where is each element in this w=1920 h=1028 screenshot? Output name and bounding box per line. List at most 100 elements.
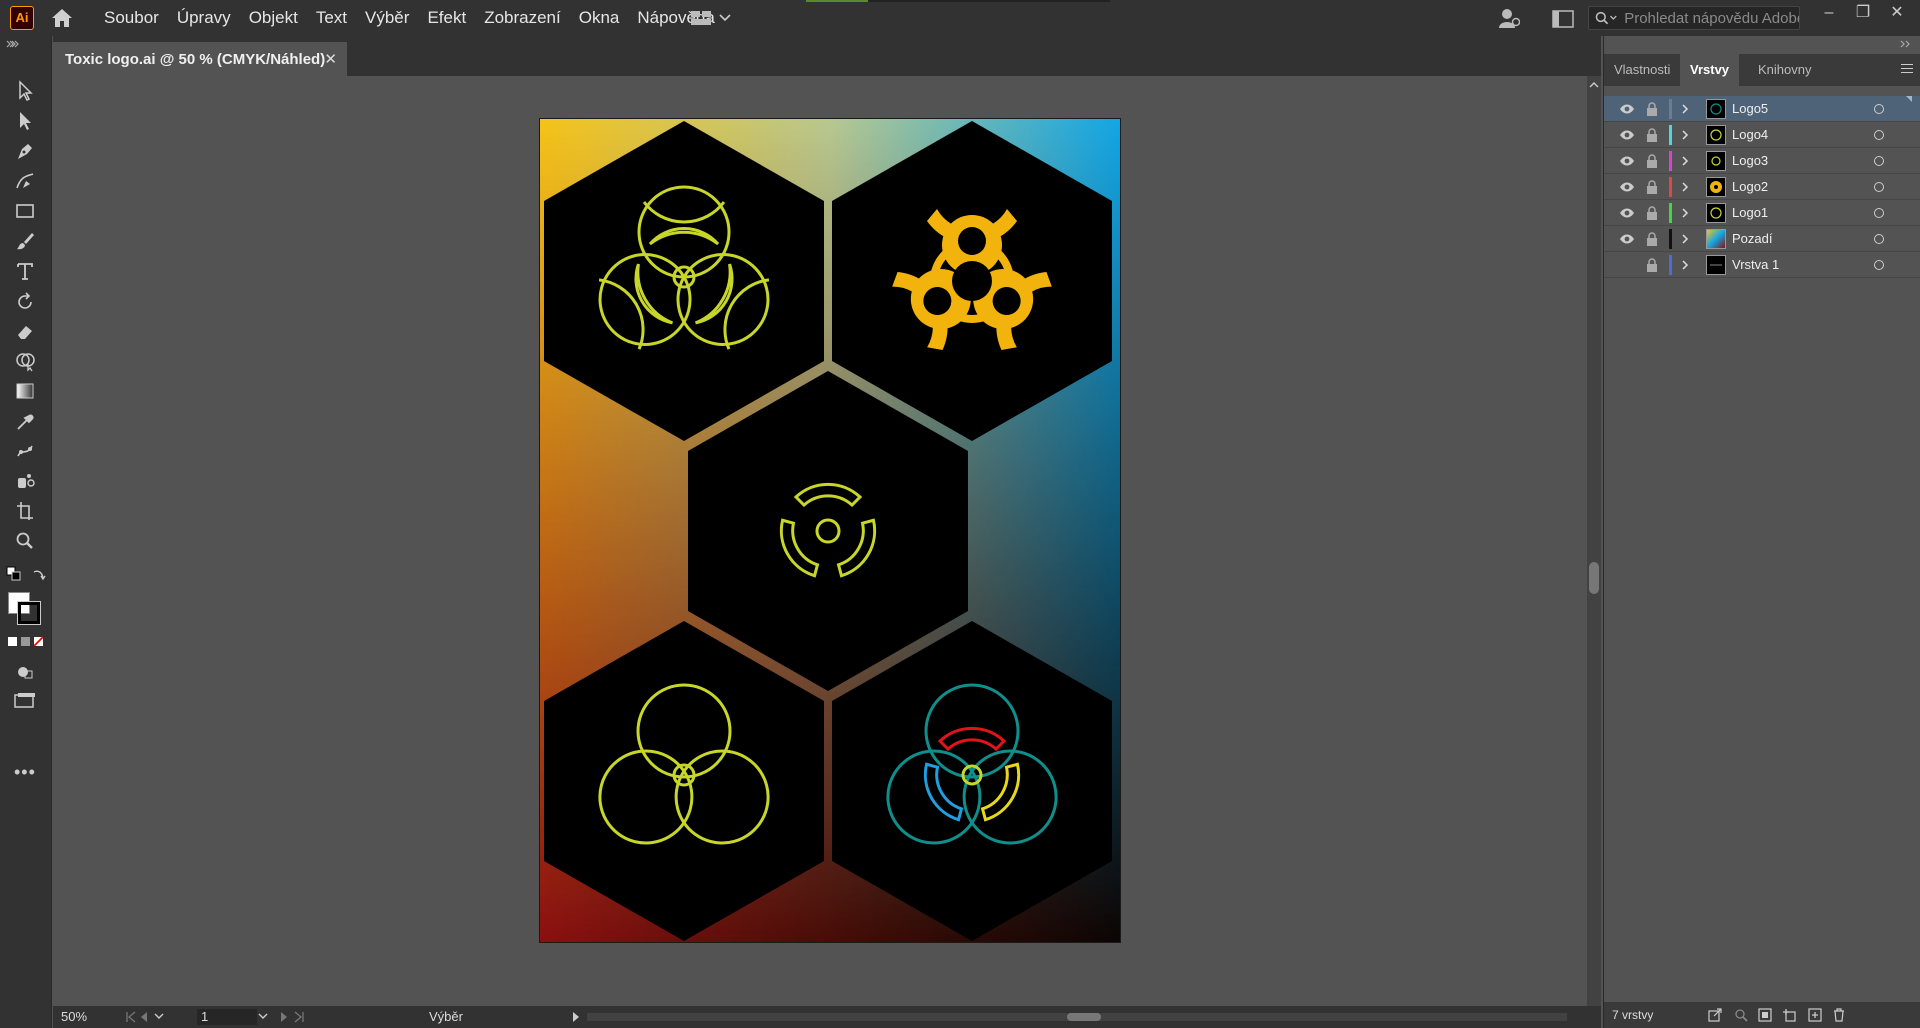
expand-chevron-icon[interactable] — [1680, 154, 1690, 168]
draw-mode-icon[interactable] — [16, 664, 34, 680]
status-mode[interactable]: Výběr — [429, 1009, 463, 1024]
zoom-tool[interactable] — [10, 528, 40, 554]
collapse-panel-icon[interactable] — [1900, 40, 1914, 48]
layer-name[interactable]: Logo1 — [1732, 205, 1768, 220]
minimize-button[interactable]: – — [1816, 2, 1842, 24]
tab-vrstvy[interactable]: Vrstvy — [1680, 54, 1740, 86]
close-window-button[interactable]: ✕ — [1884, 2, 1910, 24]
horizontal-scroll-thumb[interactable] — [1067, 1013, 1101, 1021]
lock-icon[interactable] — [1646, 206, 1658, 220]
menu-text[interactable]: Text — [308, 0, 355, 36]
expand-chevron-icon[interactable] — [1680, 258, 1690, 272]
zoom-level[interactable]: 50% — [61, 1009, 87, 1024]
layer-row-logo4[interactable]: Logo4 — [1604, 122, 1920, 148]
menu-okna[interactable]: Okna — [571, 0, 628, 36]
close-tab-button[interactable]: ✕ — [324, 50, 337, 68]
layer-name[interactable]: Logo5 — [1732, 101, 1768, 116]
vertical-scrollbar[interactable] — [1587, 76, 1601, 1028]
artboard[interactable] — [539, 118, 1121, 943]
locate-object-icon[interactable] — [1734, 1008, 1748, 1022]
screen-mode-icon[interactable] — [14, 692, 36, 708]
symbol-sprayer-tool[interactable] — [10, 468, 40, 494]
help-search[interactable]: Prohledat nápovědu Adobe — [1588, 6, 1800, 30]
rotate-tool[interactable] — [10, 288, 40, 314]
direct-selection-tool[interactable] — [10, 108, 40, 134]
expand-chevron-icon[interactable] — [1680, 232, 1690, 246]
pen-tool[interactable] — [10, 138, 40, 164]
swap-colors-icon[interactable] — [32, 568, 46, 582]
visibility-eye-icon[interactable] — [1619, 233, 1635, 245]
lock-icon[interactable] — [1646, 180, 1658, 194]
layer-target-icon[interactable] — [1874, 208, 1884, 218]
layer-row-pozadi[interactable]: Pozadí — [1604, 226, 1920, 252]
visibility-eye-icon[interactable] — [1619, 207, 1635, 219]
search-input[interactable]: Prohledat nápovědu Adobe — [1624, 10, 1799, 27]
menu-efekt[interactable]: Efekt — [419, 0, 474, 36]
tab-vlastnosti[interactable]: Vlastnosti — [1604, 54, 1680, 86]
selection-tool[interactable] — [10, 78, 40, 104]
layer-row-vrstva1[interactable]: Vrstva 1 — [1604, 252, 1920, 278]
layer-target-icon[interactable] — [1874, 234, 1884, 244]
layer-name[interactable]: Logo4 — [1732, 127, 1768, 142]
type-tool[interactable] — [10, 258, 40, 284]
layer-name[interactable]: Pozadí — [1732, 231, 1772, 246]
scroll-up-icon[interactable] — [1587, 80, 1601, 90]
tab-knihovny[interactable]: Knihovny — [1748, 54, 1821, 86]
expand-chevron-icon[interactable] — [1680, 206, 1690, 220]
document-tab[interactable]: Toxic logo.ai @ 50 % (CMYK/Náhled) ✕ — [53, 42, 347, 76]
gradient-tool[interactable] — [10, 378, 40, 404]
puppet-warp-tool[interactable] — [10, 438, 40, 464]
artboard-tool[interactable] — [10, 498, 40, 524]
visibility-eye-icon[interactable] — [1619, 181, 1635, 193]
curvature-tool[interactable] — [10, 168, 40, 194]
export-icon[interactable] — [1708, 1008, 1722, 1022]
rectangle-tool[interactable] — [10, 198, 40, 224]
expand-chevron-icon[interactable] — [1680, 180, 1690, 194]
lock-icon[interactable] — [1646, 154, 1658, 168]
arrange-panels-button[interactable] — [1552, 10, 1574, 28]
vertical-scroll-thumb[interactable] — [1589, 562, 1599, 594]
lock-icon[interactable] — [1646, 258, 1658, 272]
layer-target-icon[interactable] — [1874, 130, 1884, 140]
page-dropdown-icon[interactable] — [257, 1012, 269, 1022]
panel-menu-icon[interactable] — [1901, 64, 1913, 76]
new-sublayer-icon[interactable] — [1782, 1008, 1796, 1022]
clipping-mask-icon[interactable] — [1758, 1008, 1772, 1022]
layer-name[interactable]: Logo2 — [1732, 179, 1768, 194]
account-button[interactable] — [1498, 8, 1521, 28]
menu-vyber[interactable]: Výběr — [357, 0, 417, 36]
status-menu-icon[interactable] — [571, 1011, 581, 1023]
menu-upravy[interactable]: Úpravy — [169, 0, 239, 36]
artboard-number[interactable]: 1 — [197, 1009, 257, 1025]
menu-soubor[interactable]: Soubor — [96, 0, 167, 36]
expand-chevron-icon[interactable] — [1680, 128, 1690, 142]
layer-target-icon[interactable] — [1874, 260, 1884, 270]
layer-row-logo2[interactable]: Logo2 — [1604, 174, 1920, 200]
menu-objekt[interactable]: Objekt — [241, 0, 306, 36]
edit-toolbar-button[interactable]: ••• — [14, 762, 36, 783]
layer-target-icon[interactable] — [1874, 156, 1884, 166]
visibility-eye-icon[interactable] — [1619, 129, 1635, 141]
layer-target-icon[interactable] — [1874, 182, 1884, 192]
lock-icon[interactable] — [1646, 128, 1658, 142]
layer-name[interactable]: Logo3 — [1732, 153, 1768, 168]
layer-row-logo3[interactable]: Logo3 — [1604, 148, 1920, 174]
visibility-eye-icon[interactable] — [1619, 103, 1635, 115]
delete-layer-icon[interactable] — [1832, 1008, 1846, 1022]
visibility-eye-icon[interactable] — [1619, 155, 1635, 167]
collapse-tabs-icon[interactable] — [9, 40, 23, 48]
horizontal-scrollbar[interactable] — [587, 1013, 1567, 1021]
first-artboard-icon[interactable] — [125, 1011, 165, 1023]
eyedropper-tool[interactable] — [10, 408, 40, 434]
new-layer-icon[interactable] — [1808, 1008, 1822, 1022]
layer-name[interactable]: Vrstva 1 — [1732, 257, 1779, 272]
paintbrush-tool[interactable] — [10, 228, 40, 254]
last-artboard-icon[interactable] — [277, 1011, 317, 1023]
shape-builder-tool[interactable] — [10, 348, 40, 374]
default-colors-icon[interactable] — [6, 566, 22, 582]
restore-button[interactable]: ❐ — [1850, 2, 1876, 24]
expand-chevron-icon[interactable] — [1680, 102, 1690, 116]
toxic-logo-artwork[interactable] — [540, 119, 1120, 942]
color-mode-icons[interactable] — [8, 636, 44, 648]
lock-icon[interactable] — [1646, 232, 1658, 246]
